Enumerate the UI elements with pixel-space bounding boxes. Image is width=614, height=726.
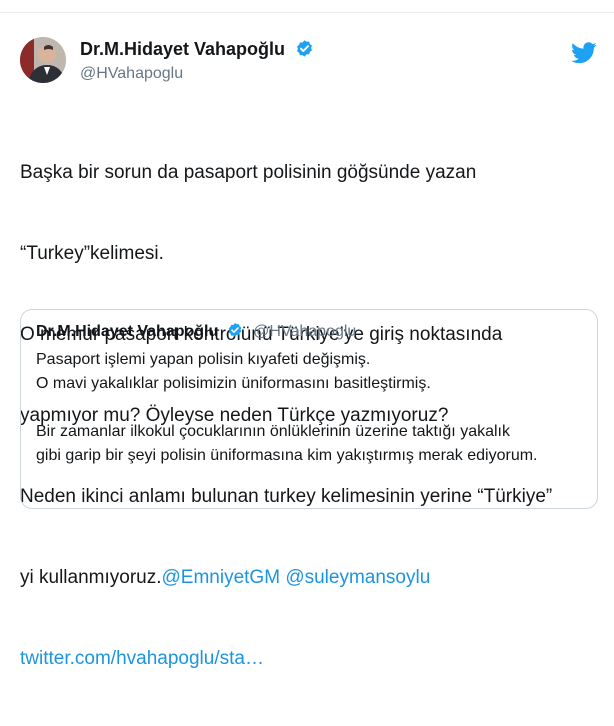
author-handle[interactable]: @HVahapoglu <box>80 65 183 83</box>
quoted-tweet-text: Pasaport işlemi yapan polisin kıyafeti d… <box>36 348 596 468</box>
mention-suleymansoylu-link[interactable]: @suleymansoylu <box>285 567 430 588</box>
quoted-line: Pasaport işlemi yapan polisin kıyafeti d… <box>36 351 371 368</box>
verified-badge-icon <box>228 323 241 337</box>
quoted-line: gibi garip bir şeyi polisin üniformasına… <box>36 447 538 464</box>
quoted-line: O mavi yakalıklar polisimizin üniforması… <box>36 375 431 392</box>
quoted-line: Bir zamanlar ilkokul çocuklarının önlükl… <box>36 423 510 440</box>
avatar-image <box>20 37 66 83</box>
tweet-card: Dr.M.Hidayet Vahapoğlu @HVahapoglu Başka… <box>0 13 614 669</box>
author-name[interactable]: Dr.M.Hidayet Vahapoğlu <box>80 39 314 60</box>
verified-badge-icon <box>297 40 313 57</box>
tweet-line-text: yi kullanmıyoruz. <box>20 567 162 588</box>
twitter-bird-icon[interactable] <box>571 42 597 64</box>
quoted-author-name: Dr.M.Hidayet Vahapoğlu <box>36 323 219 340</box>
quoted-author-handle: @HVahapoglu <box>253 323 357 340</box>
tweet-url-link[interactable]: twitter.com/hvahapoglu/sta… <box>20 645 605 672</box>
tweet-line-with-mentions: yi kullanmıyoruz.@EmniyetGM @suleymansoy… <box>20 564 605 591</box>
quoted-tweet[interactable]: Dr.M.Hidayet Vahapoğlu @HVahapoglu Pasap… <box>20 309 598 509</box>
quoted-line-blank <box>36 396 596 420</box>
tweet-line: Başka bir sorun da pasaport polisinin gö… <box>20 162 477 183</box>
tweet-line: “Turkey”kelimesi. <box>20 243 164 264</box>
author-name-text: Dr.M.Hidayet Vahapoğlu <box>80 39 286 59</box>
quoted-author: Dr.M.Hidayet Vahapoğlu @HVahapoglu <box>36 322 356 341</box>
mention-emniyetgm-link[interactable]: @EmniyetGM <box>162 567 281 588</box>
avatar[interactable] <box>20 37 66 83</box>
